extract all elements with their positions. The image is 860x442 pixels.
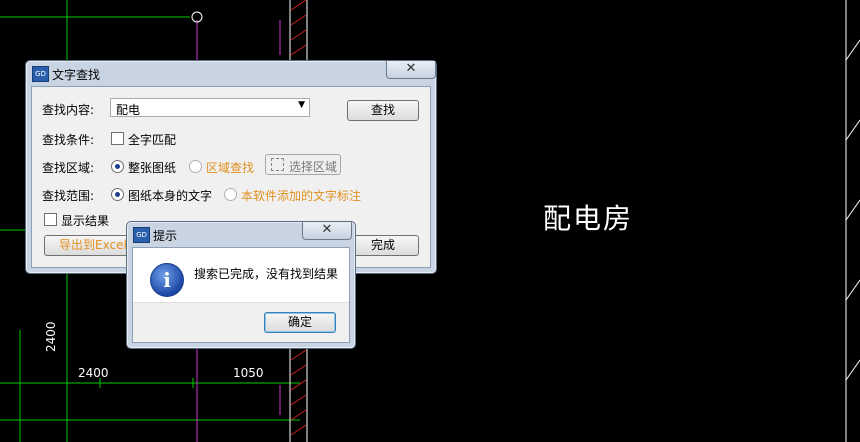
dialog-title: 文字查找 [52,68,101,82]
content-label: 查找内容: [42,103,95,117]
select-region-icon [271,158,284,171]
dimension-label: 2400 [78,366,109,380]
show-results-label[interactable]: 显示结果 [61,212,109,229]
whole-word-checkbox[interactable] [111,132,124,145]
area-label: 查找区域: [42,161,95,175]
dialog-titlebar[interactable]: GD 文字查找 ✕ [26,61,436,85]
ok-button[interactable]: 确定 [264,312,336,333]
condition-label: 查找条件: [42,133,95,147]
close-icon: ✕ [405,61,417,76]
scope-added-radio[interactable] [224,188,237,201]
close-icon: ✕ [321,222,333,237]
show-results-checkbox[interactable] [44,213,57,226]
search-content-value: 配电 [116,103,141,117]
select-area-button[interactable]: 选择区域 [265,154,341,175]
chevron-down-icon[interactable]: ▼ [298,100,305,110]
message-footer: 确定 [133,302,349,342]
room-label: 配电房 [543,202,634,235]
close-button[interactable]: ✕ [302,222,352,240]
message-body: i 搜索已完成，没有找到结果 确定 [132,247,350,343]
done-button[interactable]: 完成 [347,235,419,256]
find-button[interactable]: 查找 [347,100,419,121]
area-region-label[interactable]: 区域查找 [206,159,254,176]
dimension-label-vertical: 2400 [44,321,58,352]
scope-added-label[interactable]: 本软件添加的文字标注 [241,187,361,204]
info-icon: i [150,263,184,297]
area-whole-radio[interactable] [111,160,124,173]
message-text: 搜索已完成，没有找到结果 [194,267,339,281]
search-content-combo[interactable]: 配电 ▼ [110,98,310,117]
message-box: GD 提示 ✕ i 搜索已完成，没有找到结果 确定 [126,221,356,349]
app-icon: GD [133,227,150,243]
message-titlebar[interactable]: GD 提示 ✕ [127,222,355,246]
area-region-radio[interactable] [189,160,202,173]
scope-self-radio[interactable] [111,188,124,201]
message-title: 提示 [153,229,178,243]
dimension-label: 1050 [233,366,264,380]
whole-word-label[interactable]: 全字匹配 [128,131,176,148]
close-button[interactable]: ✕ [386,61,436,79]
scope-self-label[interactable]: 图纸本身的文字 [128,187,212,204]
app-icon: GD [32,66,49,82]
area-whole-label[interactable]: 整张图纸 [128,159,176,176]
scope-label: 查找范围: [42,189,95,203]
